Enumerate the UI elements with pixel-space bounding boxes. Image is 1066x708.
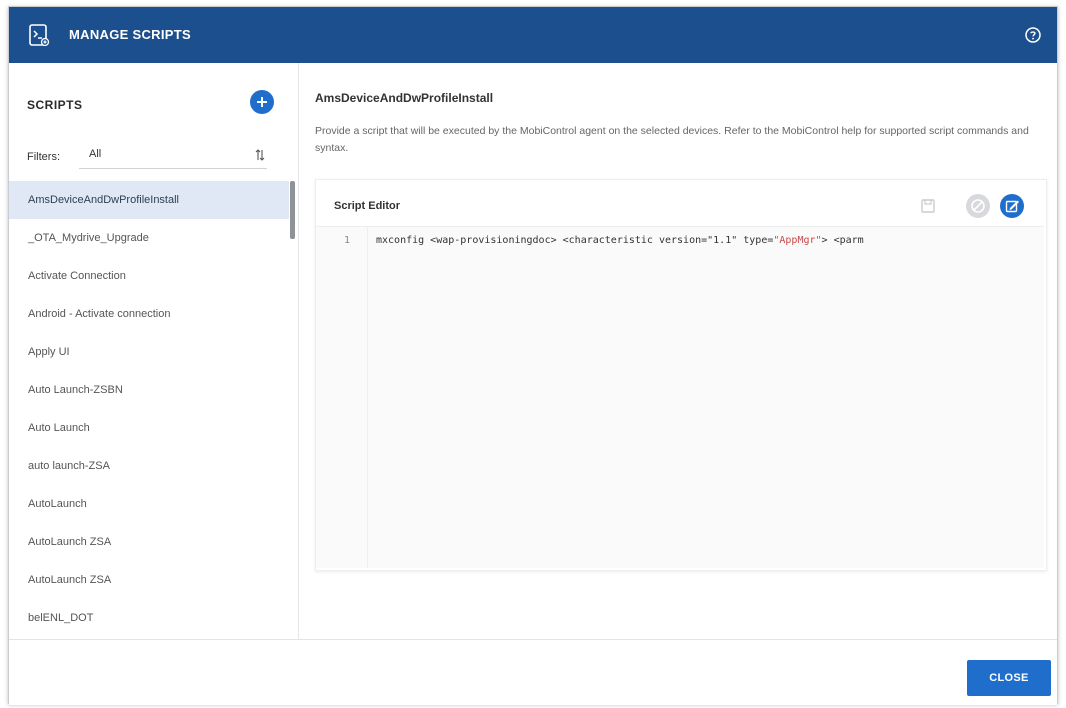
script-device-icon (27, 23, 51, 47)
code-text: mxconfig <wap-provisioningdoc> <characte… (376, 235, 708, 246)
script-item[interactable]: Auto Launch-ZSBN (9, 371, 289, 409)
close-button[interactable]: CLOSE (967, 660, 1051, 696)
script-item[interactable]: Apply UI (9, 333, 289, 371)
save-icon (921, 199, 935, 213)
filter-select[interactable]: All (79, 141, 267, 169)
script-item[interactable]: AutoLaunch (9, 485, 289, 523)
filter-value: All (89, 148, 102, 160)
code-text: > <parm (821, 235, 864, 246)
cancel-icon (966, 194, 990, 218)
code-line[interactable]: mxconfig <wap-provisioningdoc> <characte… (376, 235, 1036, 246)
line-number: 1 (344, 235, 351, 246)
list-scrollbar[interactable] (290, 181, 295, 239)
add-script-button[interactable] (250, 90, 274, 114)
script-item[interactable]: AutoLaunch ZSA (9, 561, 289, 599)
script-item-selected[interactable]: AmsDeviceAndDwProfileInstall (9, 181, 289, 219)
code-string: "1.1" (707, 235, 738, 246)
scripts-sidebar: SCRIPTS Filters: All AmsDeviceAndDwProfi… (9, 63, 299, 639)
edit-icon (1000, 194, 1024, 218)
plus-icon (257, 97, 267, 107)
dialog-title: MANAGE SCRIPTS (69, 27, 191, 42)
script-item[interactable]: auto launch-ZSA (9, 447, 289, 485)
code-string: "AppMgr" (773, 235, 822, 246)
script-item[interactable]: belENL_DOT (9, 599, 289, 635)
script-item[interactable]: AutoLaunch ZSA (9, 523, 289, 561)
edit-script-button[interactable] (998, 192, 1026, 220)
script-list: AmsDeviceAndDwProfileInstall _OTA_Mydriv… (9, 181, 297, 635)
script-item[interactable]: Android - Activate connection (9, 295, 289, 333)
dialog-footer: CLOSE (9, 639, 1057, 705)
script-description: Provide a script that will be executed b… (315, 125, 1029, 154)
cancel-edit-button[interactable] (964, 192, 992, 220)
code-area[interactable]: 1 mxconfig <wap-provisioningdoc> <charac… (316, 226, 1044, 568)
help-icon[interactable] (1025, 27, 1041, 43)
filter-label: Filters: (27, 151, 60, 163)
manage-scripts-dialog: MANAGE SCRIPTS SCRIPTS Filters: All AmsD… (8, 6, 1058, 705)
script-item[interactable]: _OTA_Mydrive_Upgrade (9, 219, 289, 257)
line-gutter: 1 (316, 227, 368, 568)
code-text: type= (737, 235, 774, 246)
script-item[interactable]: Auto Launch (9, 409, 289, 447)
sort-az-icon (255, 149, 265, 164)
dialog-titlebar: MANAGE SCRIPTS (9, 7, 1057, 63)
script-detail-panel: AmsDeviceAndDwProfileInstall Provide a s… (299, 63, 1057, 639)
script-item[interactable]: Activate Connection (9, 257, 289, 295)
sidebar-title: SCRIPTS (27, 98, 83, 112)
save-script-button[interactable] (914, 192, 942, 220)
script-name-heading: AmsDeviceAndDwProfileInstall (315, 91, 494, 105)
script-editor: Script Editor 1 mxconfig <wap-provisioni… (315, 179, 1047, 571)
script-editor-title: Script Editor (334, 200, 401, 212)
